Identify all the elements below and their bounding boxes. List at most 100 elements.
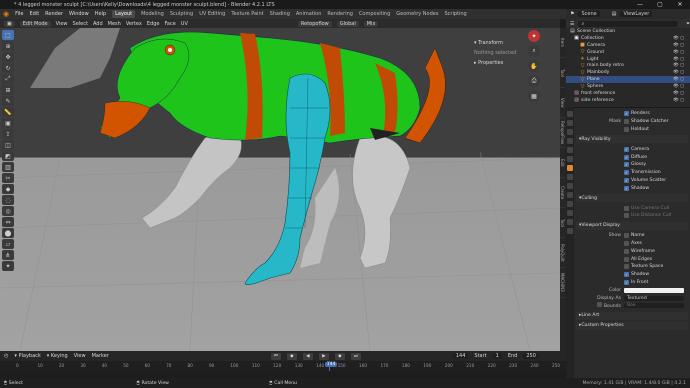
menu-view[interactable]: View [56, 21, 68, 27]
move-tool-icon[interactable]: ✥ [2, 52, 14, 62]
loop-cut-tool-icon[interactable]: ▥ [2, 162, 14, 172]
menu-edge[interactable]: Edge [147, 21, 160, 27]
bevel-tool-icon[interactable]: ◩ [2, 151, 14, 161]
scale-tool-icon[interactable]: ⤢ [2, 74, 14, 84]
outliner-item[interactable]: ■ Camera 👁 ◻ [566, 42, 690, 49]
outliner-editor-icon[interactable]: ☰ [570, 21, 574, 27]
next-key-icon[interactable]: ◆ [334, 352, 345, 360]
measure-tool-icon[interactable]: 📏 [2, 107, 14, 117]
minimize-button[interactable]: — [630, 1, 650, 8]
constraints-tab-icon[interactable] [567, 201, 573, 207]
ray-camera-row[interactable]: ✓ Camera [576, 145, 688, 153]
visibility-eye-icon[interactable]: 👁 ◻ [673, 63, 684, 68]
visibility-eye-icon[interactable]: 👁 ◻ [673, 70, 684, 75]
world-tab-icon[interactable] [567, 156, 573, 162]
rip-tool-icon[interactable]: ⋔ [2, 250, 14, 260]
tab-tool-2[interactable]: Tool [560, 208, 565, 238]
visibility-eye-icon[interactable]: 👁 ◻ [673, 43, 684, 48]
color-swatch[interactable] [624, 287, 684, 293]
tab-rendering[interactable]: Rendering [327, 11, 353, 17]
scene-selector[interactable]: Scene [578, 11, 600, 17]
visibility-eye-icon[interactable]: 👁 ◻ [673, 98, 684, 103]
culling-section[interactable]: ▾ Culling [576, 194, 688, 203]
select-box-tool-icon[interactable]: ⬚ [2, 30, 14, 40]
end-frame-field[interactable]: 250 [523, 353, 539, 359]
visibility-eye-icon[interactable]: 👁 ◻ [673, 36, 684, 41]
tab-edit[interactable]: Edit [560, 148, 565, 178]
jump-end-icon[interactable]: ⏭ [350, 352, 361, 360]
tab-animation[interactable]: Animation [296, 11, 322, 17]
visibility-eye-icon[interactable]: 👁 ◻ [673, 57, 684, 62]
proportional-dropdown[interactable]: Mix [363, 20, 379, 27]
visibility-eye-icon[interactable]: 👁 ◻ [673, 77, 684, 82]
menu-select[interactable]: Select [73, 21, 88, 27]
current-frame-field[interactable]: 144 [452, 353, 469, 359]
retopoflow-tool-icon[interactable]: ✦ [2, 261, 14, 271]
menu-window[interactable]: Window [69, 11, 89, 17]
tab-uv-editing[interactable]: UV Editing [199, 11, 225, 17]
rotate-tool-icon[interactable]: ↻ [2, 63, 14, 73]
maximize-button[interactable]: ▢ [650, 1, 670, 8]
tab-modeling[interactable]: Modeling [141, 11, 164, 17]
menu-vertex[interactable]: Vertex [126, 21, 142, 27]
menu-playback[interactable]: ▾ Playback [14, 353, 40, 359]
menu-face[interactable]: Face [164, 21, 175, 27]
playhead-line[interactable] [328, 361, 330, 371]
tab-polyquilt[interactable]: PolyQuilt [560, 238, 565, 268]
menu-help[interactable]: Help [95, 11, 106, 17]
snap-dropdown[interactable]: Retopoflow [297, 20, 332, 27]
jump-start-icon[interactable]: ⏮ [270, 352, 281, 360]
line-art-section[interactable]: ▸ Line Art [576, 311, 688, 320]
holdout-checkbox[interactable] [624, 126, 629, 132]
axis-gizmo-icon[interactable]: ✦ [528, 30, 540, 42]
pan-hand-icon[interactable]: ✋ [528, 60, 540, 72]
tab-machin3[interactable]: MACHIN3 [560, 268, 565, 298]
menu-mesh[interactable]: Mesh [108, 21, 121, 27]
ray-diffuse-row[interactable]: ✓ Diffuse [576, 153, 688, 161]
mask-row[interactable]: Mask Shadow Catcher [576, 118, 688, 126]
timeline-editor-icon[interactable]: ◴ [4, 353, 8, 359]
menu-add[interactable]: Add [93, 21, 103, 27]
renders-checkbox[interactable]: ✓ [624, 111, 629, 117]
tab-layout[interactable]: Layout [112, 10, 136, 18]
blender-logo-icon[interactable]: ◉ [3, 10, 9, 18]
display-as-dropdown[interactable]: Textured [624, 295, 684, 301]
visibility-eye-icon[interactable]: 👁 ◻ [673, 50, 684, 55]
timeline-ruler[interactable]: 0 10 20 30 40 50 60 70 80 90 100 110 120 130 140 144 150… [0, 361, 566, 371]
outliner-item[interactable]: ▽ Mainbody 👁 ◻ [566, 69, 690, 76]
outliner-item[interactable]: ▨ front reference 👁 ◻ [566, 90, 690, 97]
ray-volume-row[interactable]: ✓ Volume Scatter [576, 177, 688, 185]
tab-item[interactable]: Item [560, 28, 565, 58]
tab-create[interactable]: Create [560, 178, 565, 208]
add-cube-tool-icon[interactable]: ▣ [2, 118, 14, 128]
outliner-item-selected[interactable]: ▽ Plane 👁 ◻ [566, 76, 690, 84]
texture-tab-icon[interactable] [567, 228, 573, 234]
tab-shading[interactable]: Shading [270, 11, 290, 17]
show-wireframe-row[interactable]: Wireframe [576, 247, 688, 255]
camera-view-icon[interactable]: ⎙ [528, 75, 540, 87]
start-frame-field[interactable]: 1 [492, 353, 502, 359]
view-layer-selector[interactable]: ViewLayer [620, 11, 653, 17]
inset-tool-icon[interactable]: ◫ [2, 140, 14, 150]
tab-view[interactable]: View [560, 88, 565, 118]
spin-tool-icon[interactable]: ◌ [2, 195, 14, 205]
distance-cull-row[interactable]: Use Distance Cull [576, 212, 688, 220]
outliner-item[interactable]: ▽ Sphere 👁 ◻ [566, 83, 690, 90]
play-icon[interactable]: ▶ [318, 352, 329, 360]
holdout-row[interactable]: Holdout [576, 126, 688, 134]
show-in-front-row[interactable]: ✓ In Front [576, 279, 688, 287]
tab-sculpting[interactable]: Sculpting [170, 11, 193, 17]
render-tab-icon[interactable] [567, 120, 573, 126]
tab-texture-paint[interactable]: Texture Paint [231, 11, 263, 17]
knife-tool-icon[interactable]: ✂ [2, 173, 14, 183]
data-tab-icon[interactable] [567, 210, 573, 216]
output-tab-icon[interactable] [567, 129, 573, 135]
outliner-search-input[interactable]: ⌕ [578, 20, 678, 27]
filter-icon[interactable]: ⏷ [686, 21, 690, 27]
play-reverse-icon[interactable]: ◀ [302, 352, 313, 360]
perspective-grid-icon[interactable]: ▦ [528, 90, 540, 102]
orientation-dropdown[interactable]: Global [336, 20, 359, 27]
close-button[interactable]: ✕ [670, 1, 690, 8]
annotate-tool-icon[interactable]: ✎ [2, 96, 14, 106]
transform-tool-icon[interactable]: ⊞ [2, 85, 14, 95]
